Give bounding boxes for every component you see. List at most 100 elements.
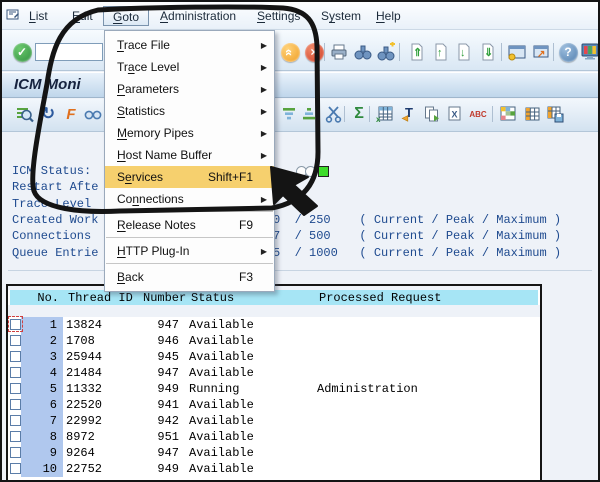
submenu-arrow-icon: ▶: [261, 247, 267, 256]
sum-icon[interactable]: Σ: [348, 103, 370, 125]
row-checkbox[interactable]: [10, 319, 21, 330]
choose-details-icon[interactable]: [13, 103, 35, 125]
customize-layout-icon[interactable]: [579, 41, 600, 63]
thread-table: No. Thread ID Number Status Processed Re…: [6, 284, 542, 480]
command-field[interactable]: [35, 43, 103, 61]
status-label-restart: Restart Afte: [12, 180, 98, 194]
word-processing-icon[interactable]: T: [398, 103, 420, 125]
table-row: 2 1708 946 Available: [8, 333, 540, 349]
svg-text:X: X: [452, 110, 458, 120]
menu-item-host-name-buffer[interactable]: Host Name Buffer▶: [105, 144, 274, 166]
page-title: ICM Moni: [14, 76, 81, 93]
table-row: 5 11332 949 Running Administration: [8, 381, 540, 397]
row-checkbox[interactable]: [10, 447, 21, 458]
new-session-icon[interactable]: [506, 41, 528, 63]
menu-item-trace-level[interactable]: Trace Level▶: [105, 56, 274, 78]
status-value-worker-threads: 0 / 250 ( Current / Peak / Maximum ): [273, 213, 561, 227]
spreadsheet-export-icon[interactable]: x: [374, 103, 396, 125]
first-page-icon[interactable]: ⇑: [406, 41, 428, 63]
menu-item-http-plug-in[interactable]: HTTP Plug-In▶: [105, 240, 274, 262]
submenu-arrow-icon: ▶: [261, 129, 267, 138]
menu-item-statistics[interactable]: Statistics▶: [105, 100, 274, 122]
menu-item-services[interactable]: ServicesShift+F1: [105, 166, 274, 188]
next-page-icon[interactable]: ↓: [453, 41, 475, 63]
submenu-arrow-icon: ▶: [261, 151, 267, 160]
menu-administration[interactable]: Administration: [157, 6, 239, 26]
status-label-queue-entries: Queue Entrie: [12, 246, 98, 260]
sap-window: List Edit Goto Administration Settings S…: [0, 0, 600, 482]
menu-item-trace-file[interactable]: Trace File▶: [105, 34, 274, 56]
filter-cut-icon[interactable]: [323, 103, 345, 125]
row-checkbox[interactable]: [10, 415, 21, 426]
table-row: 7 22992 942 Available: [8, 413, 540, 429]
status-divider: [8, 270, 592, 271]
menu-settings[interactable]: Settings: [254, 6, 303, 26]
column-header-status[interactable]: Status: [187, 291, 317, 305]
shortcut-icon[interactable]: ↗: [530, 41, 552, 63]
last-page-icon[interactable]: ⇓: [477, 41, 499, 63]
table-row: 3 25944 945 Available: [8, 349, 540, 365]
menu-item-parameters[interactable]: Parameters▶: [105, 78, 274, 100]
cancel-button[interactable]: ×: [303, 41, 325, 63]
status-value-connections: 7 / 500 ( Current / Peak / Maximum ): [273, 229, 561, 243]
row-checkbox[interactable]: [10, 399, 21, 410]
row-checkbox[interactable]: [10, 431, 21, 442]
table-row: 8 8972 951 Available: [8, 429, 540, 445]
copy-icon[interactable]: [421, 103, 443, 125]
exit-button[interactable]: «: [279, 41, 301, 63]
previous-page-icon[interactable]: ↑: [430, 41, 452, 63]
row-checkbox[interactable]: [10, 335, 21, 346]
print-icon[interactable]: [328, 41, 350, 63]
svg-text:x: x: [376, 115, 381, 124]
submenu-arrow-icon: ▶: [261, 41, 267, 50]
row-checkbox[interactable]: [10, 351, 21, 362]
row-checkbox[interactable]: [10, 463, 21, 474]
submenu-arrow-icon: ▶: [261, 85, 267, 94]
find-icon[interactable]: [352, 41, 374, 63]
menu-item-release-notes[interactable]: Release NotesF9: [105, 214, 274, 236]
submenu-arrow-icon: ▶: [261, 107, 267, 116]
menu-system[interactable]: System: [318, 6, 364, 26]
table-header-row: No. Thread ID Number Status Processed Re…: [10, 290, 538, 305]
svg-text:↑: ↑: [437, 47, 443, 59]
table-row: 10 22752 949 Available: [8, 461, 540, 477]
status-label-connections: Connections: [12, 229, 98, 243]
shortcut-text: Shift+F1: [208, 170, 253, 184]
table-save-icon[interactable]: [544, 103, 566, 125]
f-release-icon[interactable]: F: [60, 103, 82, 125]
enter-button[interactable]: ✓: [11, 41, 33, 63]
spell-check-icon[interactable]: ABC: [467, 103, 489, 125]
column-header-number[interactable]: Number: [143, 291, 187, 305]
row-checkbox[interactable]: [10, 383, 21, 394]
menu-edit[interactable]: Edit: [69, 6, 96, 26]
table-view-icon[interactable]: [497, 103, 519, 125]
sort-ascending-icon[interactable]: [278, 103, 300, 125]
menu-item-back[interactable]: BackF3: [105, 266, 274, 288]
table-row: 4 21484 947 Available: [8, 365, 540, 381]
column-header-no[interactable]: No.: [23, 291, 65, 305]
sort-descending-icon[interactable]: [298, 103, 320, 125]
refresh-icon[interactable]: ↻: [37, 103, 59, 125]
table-settings-icon[interactable]: [521, 103, 543, 125]
screen-icon: [6, 8, 20, 27]
row-checkbox[interactable]: [10, 367, 21, 378]
export-file-icon[interactable]: X: [444, 103, 466, 125]
menu-bar: List Edit Goto Administration Settings S…: [2, 2, 598, 30]
menu-item-connections[interactable]: Connections▶: [105, 188, 274, 210]
shortcut-text: F3: [239, 270, 253, 284]
title-bar: [2, 72, 598, 98]
menu-help[interactable]: Help: [373, 6, 404, 26]
column-header-processed-request[interactable]: Processed Request: [317, 291, 538, 305]
help-icon[interactable]: ?: [557, 41, 579, 63]
goggles-icon[interactable]: [82, 103, 104, 125]
menu-list[interactable]: List: [26, 6, 51, 26]
status-label-trace-level: Trace Level: [12, 197, 91, 211]
menu-goto[interactable]: Goto: [103, 6, 149, 26]
status-label-icm-status: ICM Status:: [12, 164, 91, 178]
find-next-icon[interactable]: [375, 41, 397, 63]
menu-item-memory-pipes[interactable]: Memory Pipes▶: [105, 122, 274, 144]
table-row: 6 22520 941 Available: [8, 397, 540, 413]
status-light-green-icon: [318, 166, 329, 177]
svg-text:↗: ↗: [537, 49, 545, 60]
column-header-thread-id[interactable]: Thread ID: [65, 291, 143, 305]
